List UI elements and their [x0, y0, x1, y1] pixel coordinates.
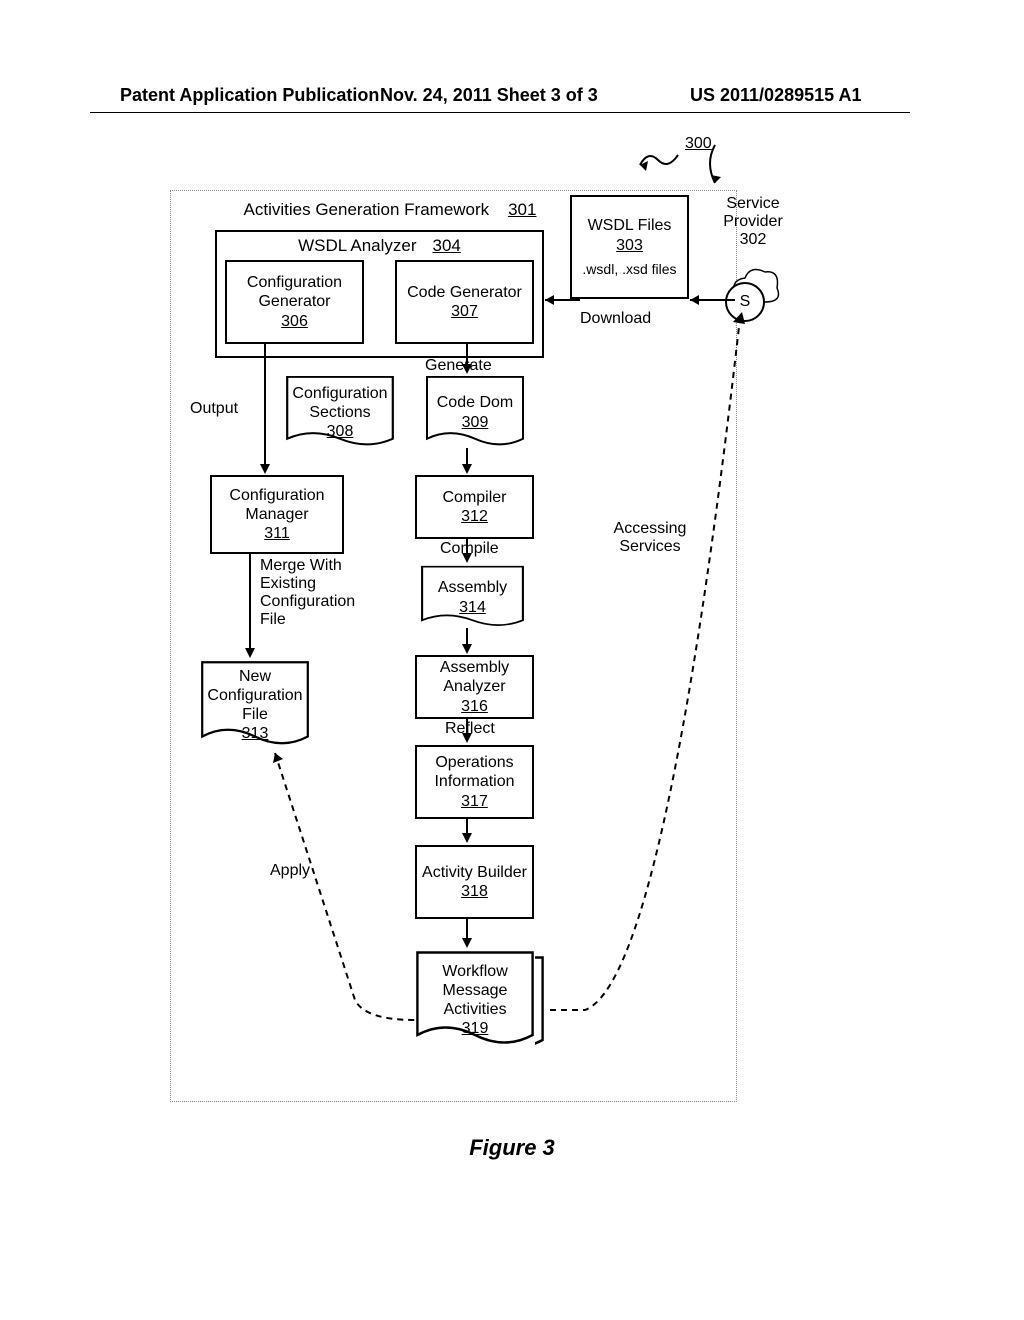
compiler-box: Compiler 312 — [415, 475, 534, 539]
wsdl-analyzer-ref: 304 — [433, 236, 461, 256]
download-label: Download — [580, 310, 651, 328]
wf-activities-doc: Workflow Message Activities 319 — [415, 950, 535, 1050]
compile-label: Compile — [440, 540, 499, 558]
activity-builder-box: Activity Builder 318 — [415, 845, 534, 919]
ops-info-box: Operations Information 317 — [415, 745, 534, 819]
assembly-doc: Assembly 314 — [420, 565, 525, 630]
assembly-analyzer-box: Assembly Analyzer 316 — [415, 655, 534, 719]
reflect-label: Reflect — [445, 720, 495, 738]
overall-ref: 300 — [685, 135, 712, 153]
figure-caption: Figure 3 — [0, 1135, 1024, 1161]
generate-label: Generate — [425, 357, 492, 375]
service-provider-label: Service Provider 302 — [708, 195, 798, 249]
header-rule — [90, 112, 910, 113]
framework-title: Activities Generation Framework 301 — [215, 200, 565, 220]
accessing-label: Accessing Services — [605, 520, 695, 556]
output-label: Output — [190, 400, 238, 418]
code-generator-box: Code Generator 307 — [395, 260, 534, 344]
code-dom-doc: Code Dom 309 — [425, 375, 525, 450]
config-sections-doc: Configuration Sections 308 — [285, 375, 395, 450]
header-mid: Nov. 24, 2011 Sheet 3 of 3 — [380, 85, 598, 106]
apply-label: Apply — [270, 862, 310, 880]
wsdl-files-box: WSDL Files 303 .wsdl, .xsd files — [570, 195, 689, 299]
config-generator-box: Configuration Generator 306 — [225, 260, 364, 344]
config-manager-box: Configuration Manager 311 — [210, 475, 344, 554]
header-right: US 2011/0289515 A1 — [690, 85, 861, 106]
wsdl-analyzer-title: WSDL Analyzer — [298, 236, 416, 256]
new-config-doc: New Configuration File 313 — [200, 660, 310, 750]
merge-label: Merge With Existing Configuration File — [260, 557, 370, 629]
diagram-canvas: 300 Activities Generation Framework 301 … — [170, 190, 890, 1110]
service-s-circle: S — [725, 282, 765, 322]
header-left: Patent Application Publication — [120, 85, 379, 106]
